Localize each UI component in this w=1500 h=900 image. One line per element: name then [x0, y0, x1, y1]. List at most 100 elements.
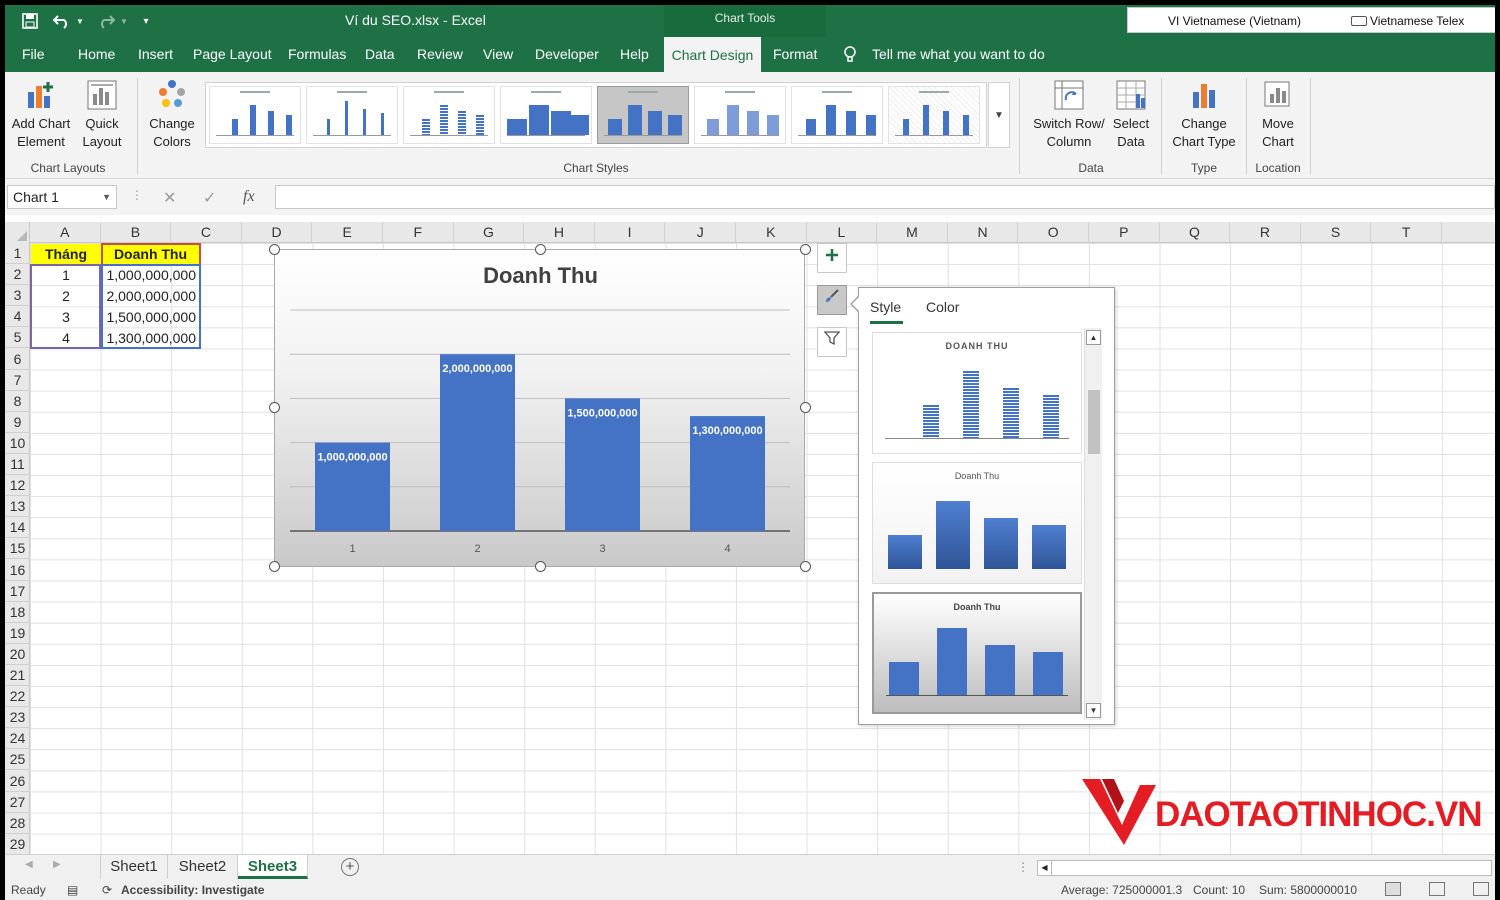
column-header-h[interactable]: H — [524, 222, 595, 243]
resize-handle[interactable] — [269, 402, 280, 413]
scroll-left-icon[interactable]: ◀ — [1038, 861, 1052, 875]
row-header-28[interactable]: 28 — [5, 813, 30, 834]
row-header-16[interactable]: 16 — [5, 560, 30, 581]
cell-A4[interactable]: 3 — [31, 307, 101, 328]
add-sheet-icon[interactable]: + — [341, 858, 359, 876]
status-accessibility[interactable]: Accessibility: Investigate — [121, 883, 264, 897]
flyout-tab-color[interactable]: Color — [926, 299, 959, 315]
row-header-22[interactable]: 22 — [5, 686, 30, 708]
sheet-tab-sheet3[interactable]: Sheet3 — [238, 855, 308, 879]
column-header-a[interactable]: A — [30, 222, 101, 243]
switch-row-column-button[interactable]: Switch Row/ Column — [1029, 78, 1109, 151]
ime-toolbar[interactable]: VI Vietnamese (Vietnam) Vietnamese Telex — [1127, 7, 1495, 33]
column-header-q[interactable]: Q — [1160, 222, 1231, 243]
chart-style-thumb[interactable] — [888, 86, 980, 144]
row-header-19[interactable]: 19 — [5, 623, 30, 644]
flyout-style-option-selected[interactable]: Doanh Thu — [872, 592, 1082, 714]
resize-handle[interactable] — [800, 402, 811, 413]
splitter-grip-icon[interactable]: ⋮ — [1017, 860, 1029, 874]
chevron-down-icon[interactable]: ▼ — [102, 186, 111, 208]
row-header-1[interactable]: 1 — [5, 243, 30, 264]
undo-dropdown-icon[interactable]: ▼ — [75, 9, 85, 33]
flyout-tab-style[interactable]: Style — [870, 299, 901, 315]
flyout-style-option[interactable]: DOANH THU — [872, 332, 1082, 454]
tab-developer[interactable]: Developer — [531, 37, 603, 72]
chart-styles-button[interactable] — [817, 285, 847, 315]
tab-insert[interactable]: Insert — [134, 37, 177, 72]
column-header-k[interactable]: K — [736, 222, 807, 243]
select-all-corner[interactable] — [5, 222, 30, 243]
chart-style-thumb[interactable] — [306, 86, 398, 144]
resize-handle[interactable] — [800, 244, 811, 255]
flyout-scrollbar[interactable]: ▲ ▼ — [1084, 328, 1102, 720]
cell-A3[interactable]: 2 — [31, 286, 101, 307]
row-header-11[interactable]: 11 — [5, 454, 30, 475]
cell-B5[interactable]: 1,300,000,000 — [102, 328, 199, 349]
data-label-4[interactable]: 1,300,000,000 — [692, 425, 762, 437]
chart-style-thumb[interactable] — [500, 86, 592, 144]
sheet-tab-sheet1[interactable]: Sheet1 — [100, 855, 168, 879]
cell-A2[interactable]: 1 — [31, 265, 101, 286]
tab-formulas[interactable]: Formulas — [284, 37, 350, 72]
insert-function-icon[interactable]: fx — [243, 188, 255, 206]
data-label-3[interactable]: 1,500,000,000 — [567, 407, 637, 419]
row-header-14[interactable]: 14 — [5, 517, 30, 539]
row-header-24[interactable]: 24 — [5, 728, 30, 750]
data-label-2[interactable]: 2,000,000,000 — [442, 363, 512, 375]
tab-home[interactable]: Home — [74, 37, 119, 72]
tab-file[interactable]: File — [18, 37, 49, 72]
row-header-2[interactable]: 2 — [5, 264, 30, 286]
row-header-5[interactable]: 5 — [5, 327, 30, 349]
column-header-b[interactable]: B — [101, 222, 172, 243]
sheet-nav-next-icon[interactable]: ▶ — [53, 859, 61, 870]
cell-B1[interactable]: Doanh Thu — [102, 244, 199, 265]
page-layout-view-icon[interactable] — [1429, 882, 1445, 896]
name-box[interactable]: Chart 1 ▼ — [7, 185, 117, 209]
chart-title[interactable]: Doanh Thu — [275, 263, 806, 289]
row-header-23[interactable]: 23 — [5, 707, 30, 729]
gallery-more-button[interactable]: ▼ — [988, 82, 1010, 148]
change-chart-type-button[interactable]: Change Chart Type — [1167, 78, 1241, 151]
row-header-4[interactable]: 4 — [5, 306, 30, 328]
chart-style-thumb[interactable] — [694, 86, 786, 144]
redo-dropdown-icon[interactable]: ▼ — [119, 9, 129, 33]
column-header-m[interactable]: M — [877, 222, 948, 243]
column-header-i[interactable]: I — [595, 222, 666, 243]
resize-handle[interactable] — [269, 561, 280, 572]
column-header-s[interactable]: S — [1301, 222, 1372, 243]
status-average[interactable]: Average: 725000001.3 — [1061, 883, 1182, 897]
row-header-3[interactable]: 3 — [5, 285, 30, 307]
sheet-tab-sheet2[interactable]: Sheet2 — [168, 855, 238, 879]
tab-format[interactable]: Format — [769, 37, 821, 72]
cell-B3[interactable]: 2,000,000,000 — [102, 286, 199, 307]
row-header-12[interactable]: 12 — [5, 475, 30, 497]
resize-handle[interactable] — [535, 561, 546, 572]
column-header-p[interactable]: P — [1089, 222, 1160, 243]
row-header-25[interactable]: 25 — [5, 749, 30, 771]
row-header-26[interactable]: 26 — [5, 771, 30, 792]
normal-view-icon[interactable] — [1385, 882, 1401, 896]
enter-icon[interactable]: ✓ — [203, 188, 216, 208]
row-header-10[interactable]: 10 — [5, 433, 30, 454]
tab-page-layout[interactable]: Page Layout — [189, 37, 276, 72]
cell-A5[interactable]: 4 — [31, 328, 101, 349]
add-chart-element-button[interactable]: Add Chart Element — [9, 78, 73, 151]
tab-chart-design[interactable]: Chart Design — [664, 37, 761, 72]
chart-style-thumb[interactable] — [791, 86, 883, 144]
move-chart-button[interactable]: Move Chart — [1251, 78, 1305, 151]
chart-style-thumb[interactable] — [209, 86, 301, 144]
column-header-f[interactable]: F — [383, 222, 454, 243]
tab-help[interactable]: Help — [616, 37, 653, 72]
chart-object[interactable]: 1,000,000,000 1 2,000,000,000 2 1,500,000,00… — [274, 249, 805, 567]
tell-me-search[interactable]: Tell me what you want to do — [872, 37, 1045, 72]
column-header-e[interactable]: E — [312, 222, 383, 243]
column-header-d[interactable]: D — [242, 222, 313, 243]
chart-filters-button[interactable] — [817, 327, 847, 357]
scroll-down-icon[interactable]: ▼ — [1086, 703, 1101, 718]
status-count[interactable]: Count: 10 — [1193, 883, 1245, 897]
chart-bar-2[interactable] — [440, 354, 515, 531]
cancel-icon[interactable]: ✕ — [163, 188, 176, 208]
select-data-button[interactable]: Select Data — [1109, 78, 1153, 151]
chart-styles-gallery[interactable] — [205, 82, 987, 148]
cell-B2[interactable]: 1,000,000,000 — [102, 265, 199, 286]
